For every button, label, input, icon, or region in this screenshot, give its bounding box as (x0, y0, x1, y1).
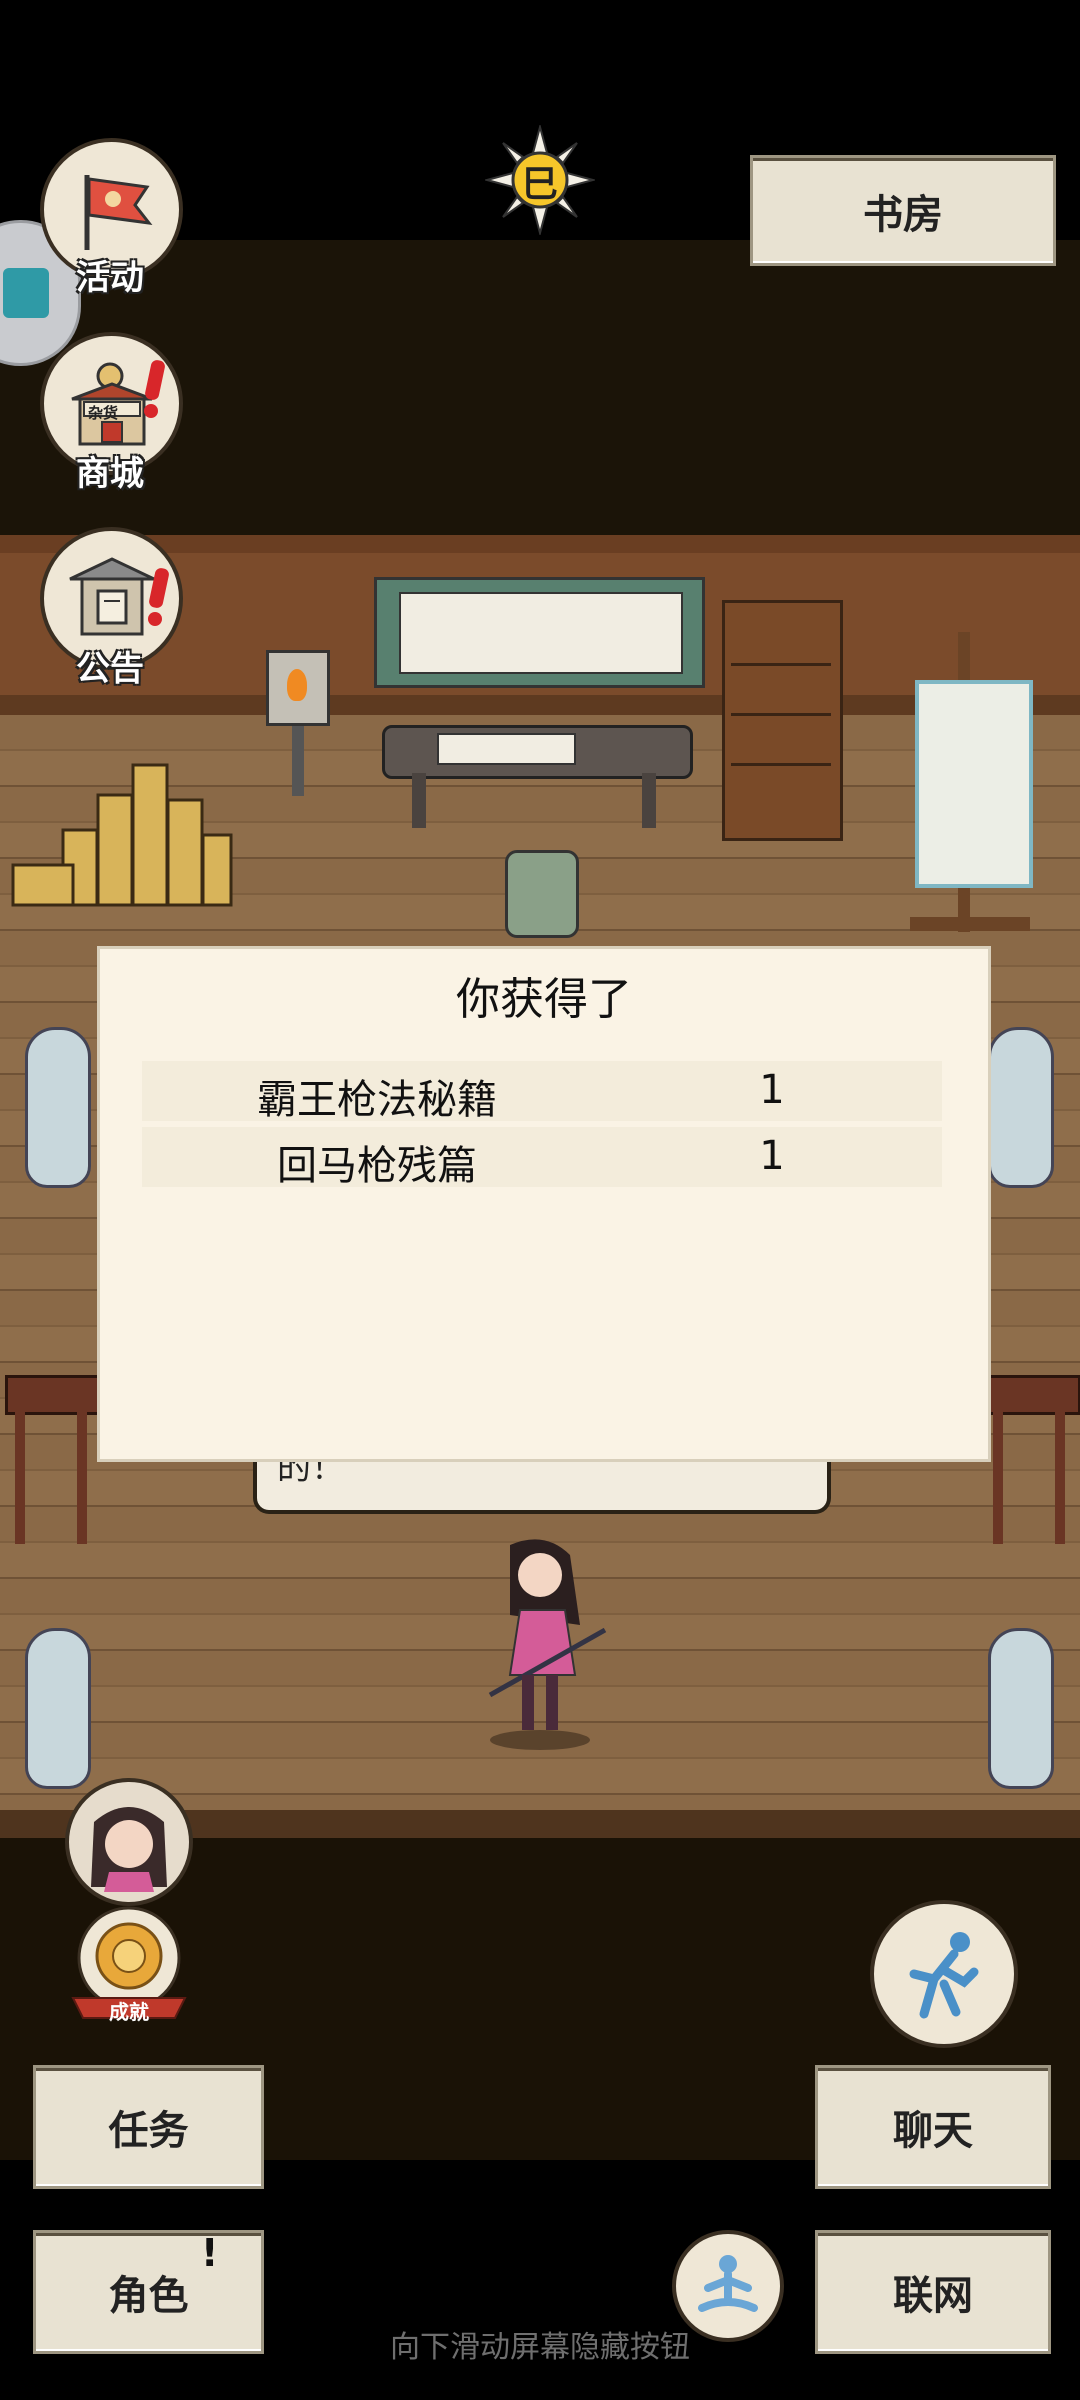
character-portrait[interactable] (65, 1778, 193, 1906)
lantern (266, 650, 330, 805)
calligraphy-scroll (374, 577, 705, 688)
location-text: 书房 (863, 191, 943, 238)
activity-label: 活动 (76, 258, 144, 298)
reward-item-name: 回马枪残篇 (277, 1143, 477, 1189)
shop-sign-text: 杂货 (88, 404, 119, 422)
reward-item-qty: 1 (759, 1067, 785, 1113)
shop-alert-icon (143, 358, 168, 420)
reward-item-row: 霸王枪法秘籍 1 (142, 1061, 942, 1123)
reward-item-name: 霸王枪法秘籍 (257, 1077, 497, 1123)
player-character[interactable] (480, 1535, 610, 1750)
running-figure-icon (909, 1932, 979, 2019)
activity-flag-icon (84, 174, 152, 250)
reward-item-qty: 1 (759, 1133, 785, 1179)
vase-left-top (25, 1027, 91, 1188)
quest-label: 任务 (108, 2108, 189, 2154)
time-sun-icon[interactable]: 巳 (483, 123, 597, 237)
reward-item-row: 回马枪残篇 1 (142, 1127, 942, 1189)
vase-right-top (988, 1027, 1054, 1188)
side-table-right (983, 1375, 1080, 1550)
character-label: 角色 (108, 2273, 189, 2319)
quest-button[interactable]: 任务 (33, 2065, 264, 2189)
location-label: 书房 (750, 155, 1056, 266)
notice-board-icon (68, 556, 155, 635)
chat-label: 聊天 (893, 2108, 973, 2154)
notice-alert-icon (147, 566, 172, 628)
vase-right-bottom (988, 1628, 1054, 1789)
stool (505, 850, 579, 938)
widget-icon (3, 268, 49, 318)
side-table-left (5, 1375, 103, 1550)
character-alert-badge: ! (201, 2231, 219, 2275)
notice-label: 公告 (76, 649, 144, 689)
bookshelf (722, 600, 843, 841)
chat-button[interactable]: 聊天 (815, 2065, 1051, 2189)
hide-buttons-hint: 向下滑动屏幕隐藏按钮 (390, 2330, 690, 2365)
reward-dialog[interactable]: 你获得了 霸王枪法秘籍 1 回马枪残篇 1 (97, 946, 991, 1462)
achievement-button[interactable]: 成就 (65, 1900, 193, 2028)
meditation-figure-icon (698, 2255, 758, 2312)
run-button[interactable] (870, 1900, 1018, 2048)
time-glyph: 巳 (521, 164, 558, 205)
scroll-pile (8, 755, 233, 913)
writing-desk (382, 725, 693, 835)
vase-left-bottom (25, 1628, 91, 1789)
landscape-hanging (910, 632, 1033, 937)
achievement-label: 成就 (109, 2000, 149, 2024)
online-label: 联网 (893, 2273, 973, 2319)
dialog-title: 你获得了 (456, 974, 632, 1025)
shop-label: 商城 (76, 454, 144, 494)
